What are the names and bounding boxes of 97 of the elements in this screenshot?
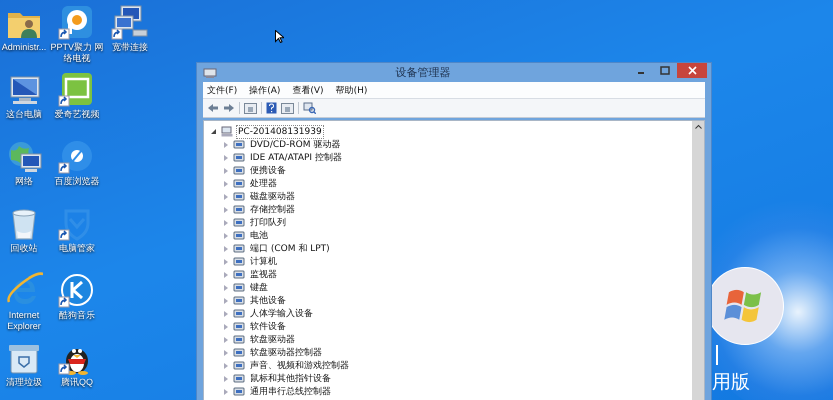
device-icon: [233, 321, 245, 332]
back-arrow-icon[interactable]: [207, 103, 219, 113]
expand-arrow-icon[interactable]: [224, 272, 228, 278]
menu-item[interactable]: 文件(F): [207, 84, 238, 96]
collapse-arrow-icon[interactable]: [211, 129, 216, 134]
expand-arrow-icon[interactable]: [224, 350, 228, 356]
desktop-icon-label[interactable]: 清理垃圾: [6, 377, 42, 388]
tree-item[interactable]: PC-201408131939: [236, 124, 324, 138]
tree-item[interactable]: 软件设备: [248, 320, 288, 334]
music-app-icon[interactable]: [58, 272, 96, 308]
expand-arrow-icon[interactable]: [224, 180, 228, 186]
expand-arrow-icon[interactable]: [224, 336, 228, 342]
tree-item[interactable]: DVD/CD-ROM 驱动器: [248, 138, 342, 152]
device-icon: [233, 230, 245, 241]
scrollbar[interactable]: [692, 121, 704, 400]
device-icon: [233, 256, 245, 267]
help-icon[interactable]: [266, 102, 277, 114]
network-computers-icon[interactable]: [111, 4, 149, 40]
expand-arrow-icon[interactable]: [224, 194, 228, 200]
tree-item[interactable]: 人体学输入设备: [248, 306, 315, 320]
expand-arrow-icon[interactable]: [224, 142, 228, 148]
expand-arrow-icon[interactable]: [224, 362, 228, 368]
tree-item[interactable]: 声音、视频和游戏控制器: [248, 358, 351, 372]
tree-item[interactable]: 端口 (COM 和 LPT): [248, 242, 332, 256]
scan-hardware-icon[interactable]: [303, 102, 316, 114]
expand-arrow-icon[interactable]: [224, 154, 228, 160]
close-icon: [688, 66, 696, 75]
device-icon: [233, 282, 245, 293]
desktop-icon-label[interactable]: 网络: [15, 176, 33, 187]
device-icon: [233, 373, 245, 384]
desktop-icon-label[interactable]: 酷狗音乐: [59, 310, 95, 321]
expand-arrow-icon[interactable]: [224, 310, 228, 316]
expand-arrow-icon[interactable]: [224, 324, 228, 330]
tree-item[interactable]: 便携设备: [248, 164, 288, 178]
menu-item[interactable]: 查看(V): [292, 84, 324, 96]
device-icon: [233, 165, 245, 176]
device-icon: [233, 360, 245, 371]
mouse-cursor-icon: [275, 30, 284, 43]
desktop-icon-label[interactable]: Administr...: [2, 42, 46, 53]
device-icon: [233, 217, 245, 228]
device-icon: [233, 334, 245, 345]
window-title: 设备管理器: [394, 65, 452, 80]
desktop-icon-label[interactable]: 电脑管家: [59, 243, 95, 254]
tree-item[interactable]: 存储控制器: [248, 202, 297, 216]
expand-arrow-icon[interactable]: [224, 232, 228, 238]
tree-item[interactable]: 处理器: [248, 176, 279, 190]
tree-item[interactable]: 键盘: [248, 280, 270, 294]
properties-panel-icon[interactable]: [244, 102, 257, 114]
panel-icon[interactable]: [281, 102, 294, 114]
device-icon: [233, 347, 245, 358]
device-icon: [233, 178, 245, 189]
device-icon: [233, 308, 245, 319]
device-icon: [233, 139, 245, 150]
desktop-icon-label[interactable]: 腾讯QQ: [60, 377, 93, 388]
device-icon: [233, 269, 245, 280]
computer-icon: [221, 126, 233, 137]
tree-item[interactable]: 电池: [248, 228, 270, 242]
scroll-up-icon[interactable]: [694, 124, 702, 129]
device-icon: [233, 386, 245, 397]
tree-item[interactable]: 打印队列: [248, 216, 288, 230]
device-icon: [233, 243, 245, 254]
wallpaper-text: 用版: [712, 370, 750, 394]
tree-item[interactable]: 监视器: [248, 268, 279, 282]
device-icon: [233, 191, 245, 202]
expand-arrow-icon[interactable]: [224, 220, 228, 226]
desktop-icon-label[interactable]: 回收站: [10, 243, 38, 254]
expand-arrow-icon[interactable]: [224, 376, 228, 382]
tree-item[interactable]: IDE ATA/ATAPI 控制器: [248, 150, 344, 164]
expand-arrow-icon[interactable]: [224, 258, 228, 264]
maximize-icon: [660, 66, 670, 75]
expand-arrow-icon[interactable]: [224, 298, 228, 304]
menu-item[interactable]: 帮助(H): [336, 84, 368, 96]
expand-arrow-icon[interactable]: [224, 168, 228, 174]
desktop-icon-label[interactable]: PPTV聚力 网络电视: [48, 42, 106, 64]
device-icon: [233, 204, 245, 215]
device-icon: [233, 152, 245, 163]
tree-item[interactable]: 软盘驱动器: [248, 332, 297, 346]
tree-item[interactable]: 其他设备: [248, 294, 288, 308]
tree-item[interactable]: 通用串行总线控制器: [248, 384, 333, 398]
tree-item[interactable]: 磁盘驱动器: [248, 190, 297, 204]
tree-item[interactable]: 鼠标和其他指针设备: [248, 372, 333, 386]
desktop-icon-label[interactable]: 爱奇艺视频: [54, 109, 100, 120]
tree-item[interactable]: 软盘驱动器控制器: [248, 346, 324, 360]
expand-arrow-icon[interactable]: [224, 388, 228, 394]
desktop-icon-label[interactable]: 百度浏览器: [54, 176, 100, 187]
desktop-icon-label[interactable]: Internet Explorer: [0, 310, 48, 332]
app-icon: [203, 66, 217, 78]
expand-arrow-icon[interactable]: [224, 246, 228, 252]
menu-item[interactable]: 操作(A): [249, 84, 280, 96]
forward-arrow-icon[interactable]: [223, 103, 235, 113]
expand-arrow-icon[interactable]: [224, 284, 228, 290]
expand-arrow-icon[interactable]: [224, 206, 228, 212]
close-button[interactable]: [677, 63, 707, 78]
tree-item[interactable]: 计算机: [248, 254, 279, 268]
desktop-icon-label[interactable]: 宽带连接: [112, 42, 148, 53]
desktop-icon-label[interactable]: 这台电脑: [6, 109, 42, 120]
device-icon: [233, 295, 245, 306]
